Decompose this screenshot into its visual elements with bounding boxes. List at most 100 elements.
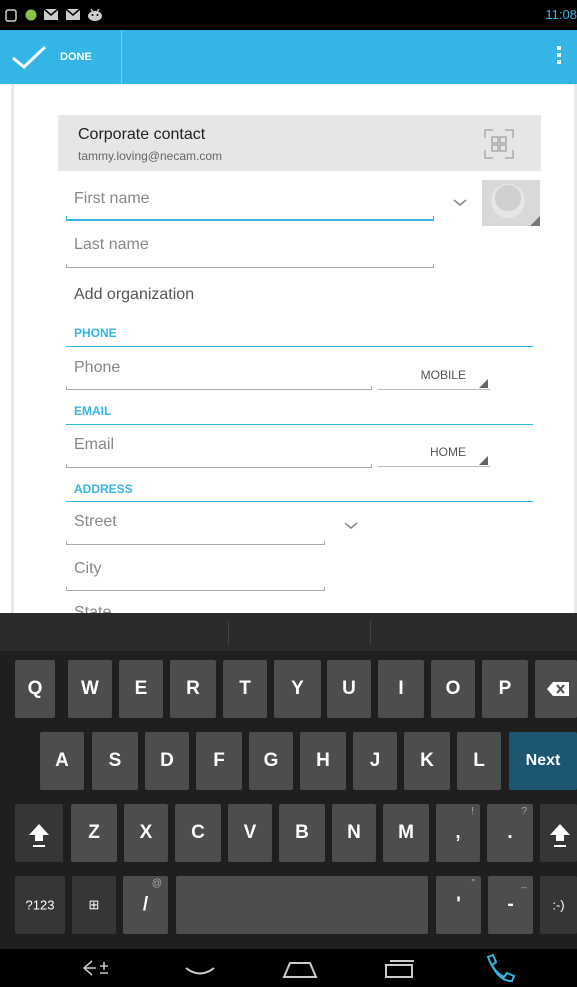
city-field[interactable]: City	[74, 560, 102, 578]
email-underline	[66, 464, 372, 468]
checkmark-icon	[12, 45, 47, 69]
phone-type-underline	[378, 389, 490, 390]
key-l[interactable]: L	[457, 732, 501, 790]
phone-section-divider	[66, 346, 533, 347]
key-z[interactable]: Z	[71, 804, 117, 862]
shift-key-right[interactable]	[540, 804, 577, 862]
clock: 11:08	[545, 7, 577, 22]
contact-photo[interactable]	[482, 180, 540, 226]
last-name-underline	[66, 264, 434, 268]
account-header: Corporate contact tammy.loving@necam.com	[58, 115, 541, 171]
city-underline	[66, 587, 325, 591]
dropdown-indicator-icon	[479, 456, 488, 465]
email-type-selector[interactable]: HOME	[378, 443, 490, 467]
key-x[interactable]: X	[124, 804, 168, 862]
divider	[11, 84, 14, 614]
street-field[interactable]: Street	[74, 513, 117, 531]
street-underline	[66, 541, 325, 545]
email-type-underline	[378, 466, 490, 467]
email-section-divider	[66, 424, 533, 425]
divider	[370, 621, 371, 645]
key-g[interactable]: G	[249, 732, 293, 790]
backspace-icon	[547, 682, 569, 696]
phone-field[interactable]: Phone	[74, 359, 120, 377]
photo-menu-indicator	[530, 216, 540, 226]
key-c[interactable]: C	[175, 804, 221, 862]
contact-editor-screen: 11:08 DONE Corporate contact tammy.lovin…	[0, 0, 577, 987]
key-a[interactable]: A	[40, 732, 84, 790]
corporate-account-icon	[484, 129, 514, 159]
key-s[interactable]: S	[92, 732, 138, 790]
gmail-icon	[44, 9, 58, 20]
space-bar[interactable]	[176, 876, 428, 934]
chevron-down-icon[interactable]	[344, 522, 358, 530]
android-icon	[88, 9, 102, 21]
soft-keyboard: Q W E R T Y U I O P A S D F G H J K L Ne…	[0, 613, 577, 949]
keyboard-settings-key[interactable]: ⊞	[72, 876, 116, 934]
account-name: Corporate contact	[78, 126, 206, 143]
key-u[interactable]: U	[327, 660, 371, 718]
symbols-mode-key[interactable]: ?123	[15, 876, 65, 934]
key-dash[interactable]: _ -	[488, 876, 533, 934]
key-k[interactable]: K	[404, 732, 450, 790]
home-icon[interactable]	[280, 949, 320, 987]
key-q[interactable]: Q	[15, 660, 55, 718]
account-email: tammy.loving@necam.com	[78, 149, 222, 163]
key-e[interactable]: E	[119, 660, 163, 718]
key-b[interactable]: B	[279, 804, 325, 862]
address-section-header: ADDRESS	[74, 482, 133, 496]
overflow-menu-icon[interactable]	[555, 46, 563, 68]
key-d[interactable]: D	[145, 732, 189, 790]
email-field[interactable]: Email	[74, 436, 114, 454]
circle-notification-icon	[25, 9, 37, 21]
key-i[interactable]: I	[378, 660, 424, 718]
key-o[interactable]: O	[431, 660, 475, 718]
key-h[interactable]: H	[300, 732, 346, 790]
gmail-icon	[66, 9, 80, 20]
key-m[interactable]: M	[383, 804, 429, 862]
key-f[interactable]: F	[196, 732, 242, 790]
key-slash[interactable]: @ /	[123, 876, 168, 934]
first-name-field[interactable]: First name	[74, 190, 150, 208]
phone-underline	[66, 386, 372, 390]
settings-icon: ⊞	[88, 897, 100, 912]
recent-apps-icon[interactable]	[380, 949, 420, 987]
address-section-divider	[66, 501, 533, 502]
key-period[interactable]: ? .	[487, 804, 533, 862]
key-r[interactable]: R	[170, 660, 216, 718]
next-key[interactable]: Next	[509, 732, 577, 790]
action-bar: DONE	[0, 30, 577, 84]
divider	[228, 621, 229, 645]
phone-type-selector[interactable]: MOBILE	[378, 366, 490, 390]
last-name-field[interactable]: Last name	[74, 236, 149, 254]
first-name-underline	[66, 216, 434, 221]
done-label: DONE	[60, 51, 92, 63]
shift-key[interactable]	[15, 804, 63, 862]
key-n[interactable]: N	[332, 804, 376, 862]
done-button[interactable]: DONE	[0, 30, 122, 84]
backspace-key[interactable]	[535, 660, 577, 718]
key-j[interactable]: J	[353, 732, 397, 790]
back-input-icon[interactable]	[80, 949, 120, 987]
square-notification-icon	[5, 9, 17, 22]
navigation-bar	[0, 949, 577, 987]
key-v[interactable]: V	[228, 804, 272, 862]
add-organization-button[interactable]: Add organization	[74, 286, 194, 304]
key-p[interactable]: P	[482, 660, 528, 718]
email-type-label: HOME	[430, 445, 466, 459]
key-t[interactable]: T	[223, 660, 267, 718]
phone-section-header: PHONE	[74, 326, 117, 340]
key-w[interactable]: W	[68, 660, 112, 718]
key-y[interactable]: Y	[274, 660, 321, 718]
shift-icon	[29, 824, 49, 847]
chevron-down-icon[interactable]	[453, 199, 467, 207]
contact-form: Corporate contact tammy.loving@necam.com…	[0, 84, 577, 614]
phone-icon[interactable]	[480, 949, 520, 987]
emoticon-key[interactable]: :-)	[540, 876, 577, 934]
status-bar: 11:08	[0, 0, 577, 30]
key-apostrophe[interactable]: " '	[436, 876, 481, 934]
key-comma[interactable]: ! ,	[436, 804, 480, 862]
back-icon[interactable]	[180, 949, 220, 987]
dropdown-indicator-icon	[479, 379, 488, 388]
phone-type-label: MOBILE	[420, 368, 466, 382]
